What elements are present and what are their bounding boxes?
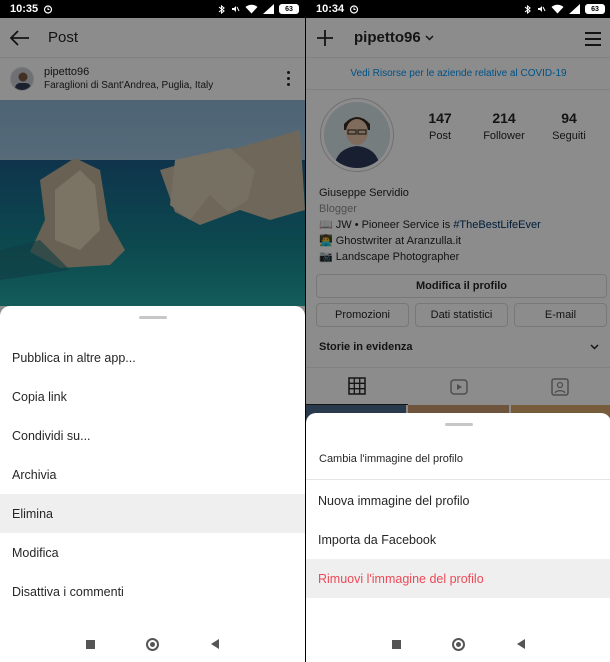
highlights-label: Storie in evidenza: [319, 341, 413, 353]
recents-icon[interactable]: [85, 639, 95, 649]
tab-tagged[interactable]: [509, 368, 610, 405]
chevron-down-icon: [425, 34, 434, 41]
alarm-icon: [350, 5, 359, 14]
promotions-button[interactable]: Promozioni: [316, 303, 409, 327]
sheet-title: Cambia l'immagine del profilo: [306, 438, 610, 480]
wifi-icon: [551, 4, 564, 14]
tagged-user-icon: [551, 377, 569, 396]
option-share-other-apps[interactable]: Pubblica in altre app...: [0, 338, 305, 377]
status-bar: 10:35 63: [0, 0, 305, 18]
bluetooth-icon: [524, 4, 531, 14]
menu-icon[interactable]: [585, 32, 601, 46]
mute-icon: [232, 6, 240, 12]
status-bar: 10:34 63: [306, 0, 610, 18]
stat-followers[interactable]: 214 Follower: [474, 110, 534, 142]
back-arrow-icon[interactable]: [10, 29, 30, 46]
option-new-profile-photo[interactable]: Nuova immagine del profilo: [306, 481, 610, 520]
option-remove-profile-photo[interactable]: Rimuovi l'immagine del profilo: [306, 559, 610, 598]
system-nav-bar: [0, 626, 305, 662]
igtv-icon: [449, 378, 468, 395]
highlights-toggle[interactable]: Storie in evidenza: [306, 333, 610, 361]
status-time: 10:34: [316, 3, 345, 15]
post-photo[interactable]: [0, 100, 305, 306]
bluetooth-icon: [218, 4, 225, 14]
back-icon[interactable]: [211, 639, 220, 649]
signal-icon: [569, 4, 580, 14]
option-delete[interactable]: Elimina: [0, 494, 305, 533]
more-options-icon[interactable]: [287, 71, 291, 86]
profile-username: pipetto96: [354, 29, 421, 46]
email-button[interactable]: E-mail: [514, 303, 607, 327]
option-disable-comments[interactable]: Disattiva i commenti: [0, 572, 305, 611]
system-nav-bar: [306, 626, 610, 662]
alarm-icon: [44, 5, 53, 14]
bio-hashtag-link[interactable]: #TheBestLifeEver: [453, 219, 540, 231]
plus-icon[interactable]: [316, 29, 334, 47]
option-archive[interactable]: Archivia: [0, 455, 305, 494]
battery-icon: 63: [279, 4, 299, 14]
edit-profile-button[interactable]: Modifica il profilo: [316, 274, 607, 298]
avatar[interactable]: [10, 67, 34, 91]
profile-bio: Giuseppe Servidio Blogger 📖 JW • Pioneer…: [306, 185, 610, 265]
option-copy-link[interactable]: Copia link: [0, 377, 305, 416]
bio-line-3: 📷 Landscape Photographer: [319, 251, 460, 263]
tab-igtv[interactable]: [408, 368, 510, 405]
profile-tabs: [306, 367, 610, 405]
post-screen: 10:35 63 Post pipetto96 Faraglioni di Sa…: [0, 0, 305, 662]
option-share-on[interactable]: Condividi su...: [0, 416, 305, 455]
recents-icon[interactable]: [391, 639, 401, 649]
stat-following[interactable]: 94 Seguiti: [539, 110, 599, 142]
post-options-sheet: Pubblica in altre app... Copia link Cond…: [0, 306, 305, 626]
battery-icon: 63: [585, 4, 605, 14]
profile-avatar[interactable]: [320, 98, 394, 172]
bio-category: Blogger: [319, 203, 357, 215]
profile-photo-sheet: Cambia l'immagine del profilo Nuova imma…: [306, 413, 610, 626]
home-icon[interactable]: [452, 637, 466, 651]
insights-button[interactable]: Dati statistici: [415, 303, 508, 327]
account-switcher[interactable]: pipetto96: [354, 29, 434, 46]
sheet-handle[interactable]: [444, 423, 473, 426]
page-title: Post: [48, 29, 79, 46]
stat-posts[interactable]: 147 Post: [410, 110, 470, 142]
post-author-row: pipetto96 Faraglioni di Sant'Andrea, Pug…: [0, 58, 305, 100]
bio-line-1: 📖 JW • Pioneer Service is: [319, 219, 454, 231]
back-icon[interactable]: [517, 639, 526, 649]
status-time: 10:35: [10, 3, 39, 15]
grid-icon: [348, 377, 366, 395]
wifi-icon: [245, 4, 258, 14]
profile-screen: 10:34 63 pipetto96 Vedi Risorse per le a…: [306, 0, 610, 662]
post-username[interactable]: pipetto96: [44, 66, 213, 79]
signal-icon: [263, 4, 274, 14]
post-header: Post: [0, 18, 305, 58]
covid-banner-link[interactable]: Vedi Risorse per le aziende relative al …: [306, 58, 610, 90]
tab-grid[interactable]: [306, 368, 408, 405]
bio-line-2: 👨‍💻 Ghostwriter at Aranzulla.it: [319, 235, 462, 247]
bio-name: Giuseppe Servidio: [319, 187, 409, 199]
chevron-down-icon: [590, 344, 599, 350]
mute-icon: [538, 6, 546, 12]
option-edit[interactable]: Modifica: [0, 533, 305, 572]
profile-header: pipetto96: [306, 18, 610, 58]
home-icon[interactable]: [146, 637, 160, 651]
post-location[interactable]: Faraglioni di Sant'Andrea, Puglia, Italy: [44, 79, 213, 92]
option-import-facebook[interactable]: Importa da Facebook: [306, 520, 610, 559]
profile-summary: 147 Post 214 Follower 94 Seguiti: [306, 90, 610, 176]
